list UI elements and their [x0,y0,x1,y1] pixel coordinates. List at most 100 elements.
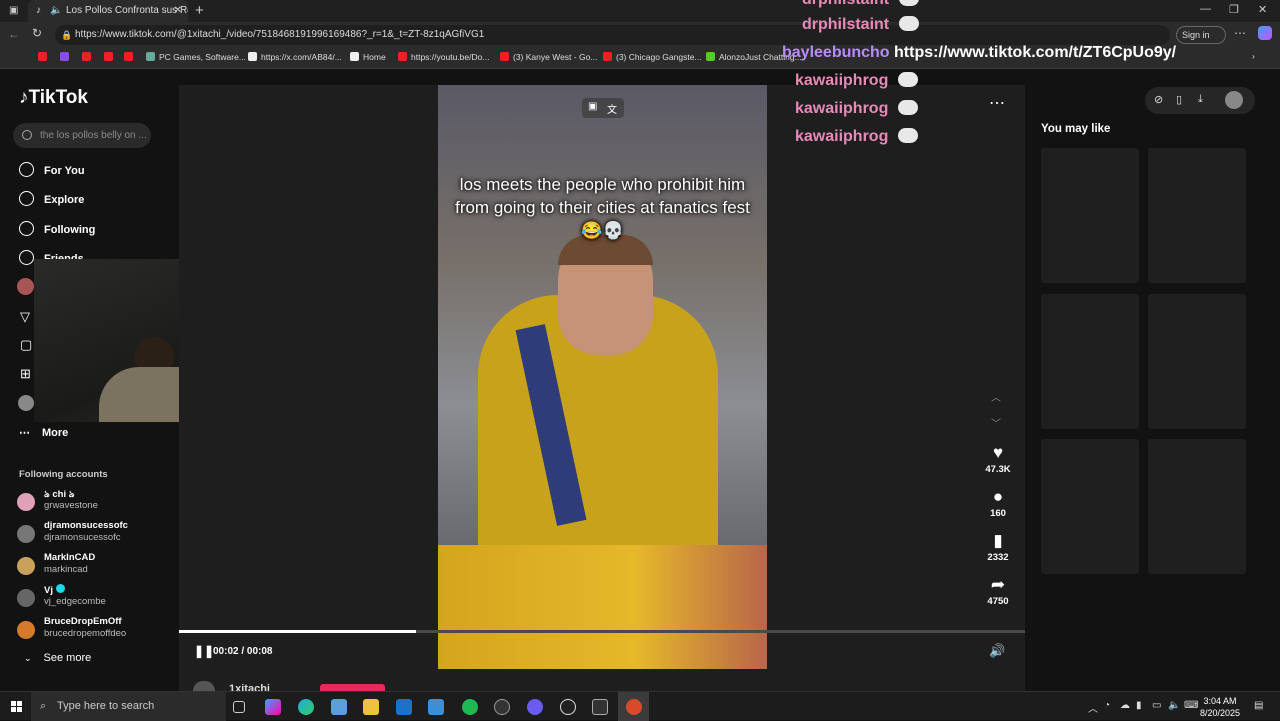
active-taskbar-app[interactable] [618,692,649,721]
bookmark-icon: ▮ [993,531,1003,550]
home-icon [19,162,34,177]
copilot-icon[interactable] [1258,26,1272,40]
see-more-button[interactable]: ⌄ See more [24,652,91,664]
url-field[interactable]: 🔒 https://www.tiktok.com/@1xitachi_/vide… [55,25,1170,45]
avatar[interactable] [1225,91,1243,109]
task-view-icon[interactable] [233,701,245,713]
speaker-icon[interactable]: 🔈 [1168,700,1180,711]
start-button[interactable] [11,701,22,712]
search-icon: ⌕ [40,700,47,712]
sign-in-button[interactable]: Sign in [1176,26,1226,44]
volume-icon[interactable]: 🔊 [989,643,1005,659]
speech-bubble-icon [899,16,920,31]
outlook-icon[interactable] [396,699,412,715]
bookmark-youtube-4[interactable] [124,52,137,62]
tray-chevron-icon[interactable]: ︿ [1088,700,1098,715]
nav-following[interactable]: Following [19,221,95,236]
discord-icon[interactable] [527,699,543,715]
tiktok-logo[interactable]: ♪TikTok [19,87,88,109]
copilot-taskbar-icon[interactable] [265,699,281,715]
bookmark-youtu-be[interactable]: https://youtu.be/Do... [398,52,489,62]
search-input[interactable]: the los pollos belly on ... [13,123,151,148]
speech-bubble-icon [898,72,919,87]
video-player[interactable]: ▣ 文 los meets the people who prohibit hi… [179,85,1025,691]
close-tab-icon[interactable]: ✕ [174,0,182,22]
refresh-icon[interactable]: ↻ [32,26,42,40]
bookmark-youtube-3[interactable] [104,52,117,62]
minimize-icon[interactable]: — [1200,3,1211,15]
previous-video-icon[interactable]: ︿ [991,389,1001,404]
profile-icon[interactable] [18,395,34,411]
taskbar-search-input[interactable]: ⌕ Type here to search [31,692,226,721]
tab-title: Los Pollos Confronta sus Re [66,5,188,16]
messages-icon[interactable]: ▢ [20,337,32,353]
site-info-icon[interactable]: 🔒 [61,25,72,45]
audio-playing-icon[interactable]: 🔈 [50,0,62,22]
bookmark-youtube-2[interactable] [82,52,95,62]
obs-icon[interactable] [560,699,576,715]
suggested-video-thumbnail[interactable] [1041,148,1139,283]
search-icon [22,130,32,140]
usb-icon[interactable]: ▮ [1136,700,1142,711]
back-icon[interactable]: ← [8,27,20,41]
video-frame[interactable]: ▣ 文 los meets the people who prohibit hi… [438,85,767,669]
bookmark-pc-games[interactable]: PC Games, Software... [146,52,246,62]
pause-icon[interactable]: ❚❚ [194,644,214,658]
tray-app-icon[interactable]: ☁ [1120,700,1130,711]
edge-icon[interactable] [298,699,314,715]
save-button[interactable]: ▮ 2332 [979,531,1017,563]
download-icon[interactable]: ⤓ [1198,93,1203,106]
video-caption: los meets the people who prohibit him fr… [455,175,750,240]
bookmark-youtube-1[interactable] [38,52,51,62]
bookmark-chicago-gangsters[interactable]: (3) Chicago Gangste... [603,52,702,62]
activity-icon[interactable]: ▽ [20,309,30,325]
taskbar-clock[interactable]: 3:04 AM 8/20/2025 [1200,695,1240,719]
windows-taskbar: ⌕ Type here to search ︿ ◔ ☁ ▮ ▭ 🔈 ⌨ 3:04… [0,691,1280,721]
network-icon[interactable]: ◔ [1104,700,1110,711]
close-window-icon[interactable]: ✕ [1258,3,1267,16]
share-button[interactable]: ➦ 4750 [979,575,1017,607]
new-tab-icon[interactable]: + [195,2,204,19]
photos-icon[interactable] [428,699,444,715]
more-dots-icon: ⋯ [19,427,30,439]
progress-fill [179,630,416,633]
bookmark-home[interactable]: Home [350,52,386,62]
suggested-video-thumbnail[interactable] [1148,439,1246,574]
nav-for-you[interactable]: For You [19,162,85,177]
notification-icon[interactable]: ▤ [1254,700,1263,711]
store-icon[interactable] [331,699,347,715]
translate-icon[interactable]: 文 [607,101,617,116]
suggested-video-thumbnail[interactable] [1041,439,1139,574]
coins-icon[interactable]: ⊘ [1154,93,1163,106]
wifi-icon[interactable]: ▭ [1152,700,1161,711]
nav-more[interactable]: ⋯ More [19,426,68,439]
tab-actions-icon[interactable]: ▣ [9,5,18,16]
bookmark-kanye-west[interactable]: (3) Kanye West - Go... [500,52,597,62]
like-button[interactable]: ♥ 47.3K [979,443,1017,475]
suggested-video-thumbnail[interactable] [1148,148,1246,283]
speech-bubble-icon [898,128,919,143]
next-video-icon[interactable]: ﹀ [991,415,1001,430]
maximize-icon[interactable]: ❐ [1229,3,1239,16]
nav-explore[interactable]: Explore [19,191,84,206]
settings-menu-icon[interactable]: ⋯ [1234,26,1246,40]
suggested-video-thumbnail[interactable] [1041,294,1139,429]
app-icon[interactable]: ▯ [1176,93,1182,106]
bookmarks-overflow-icon[interactable]: › [1252,51,1255,61]
app-icon[interactable] [494,699,510,715]
more-options-icon[interactable]: ⋯ [989,93,1006,113]
pip-icon[interactable]: ▣ [588,101,597,112]
upload-icon[interactable]: ⊞ [20,366,31,382]
avatar-icon[interactable] [17,278,34,295]
browser-tab[interactable]: ♪ 🔈 Los Pollos Confronta sus Re ✕ [28,0,188,22]
bookmark-x-ab84[interactable]: https://x.com/AB84/... [248,52,342,62]
bookmark-twitch[interactable] [60,52,73,62]
suggested-video-thumbnail[interactable] [1148,294,1246,429]
epic-games-icon[interactable] [592,699,608,715]
language-icon[interactable]: ⌨ [1184,700,1198,711]
follow-button[interactable] [320,684,385,691]
spotify-icon[interactable] [462,699,478,715]
video-progress-bar[interactable] [179,630,1025,633]
file-explorer-icon[interactable] [363,699,379,715]
comment-button[interactable]: ● 160 [979,487,1017,519]
